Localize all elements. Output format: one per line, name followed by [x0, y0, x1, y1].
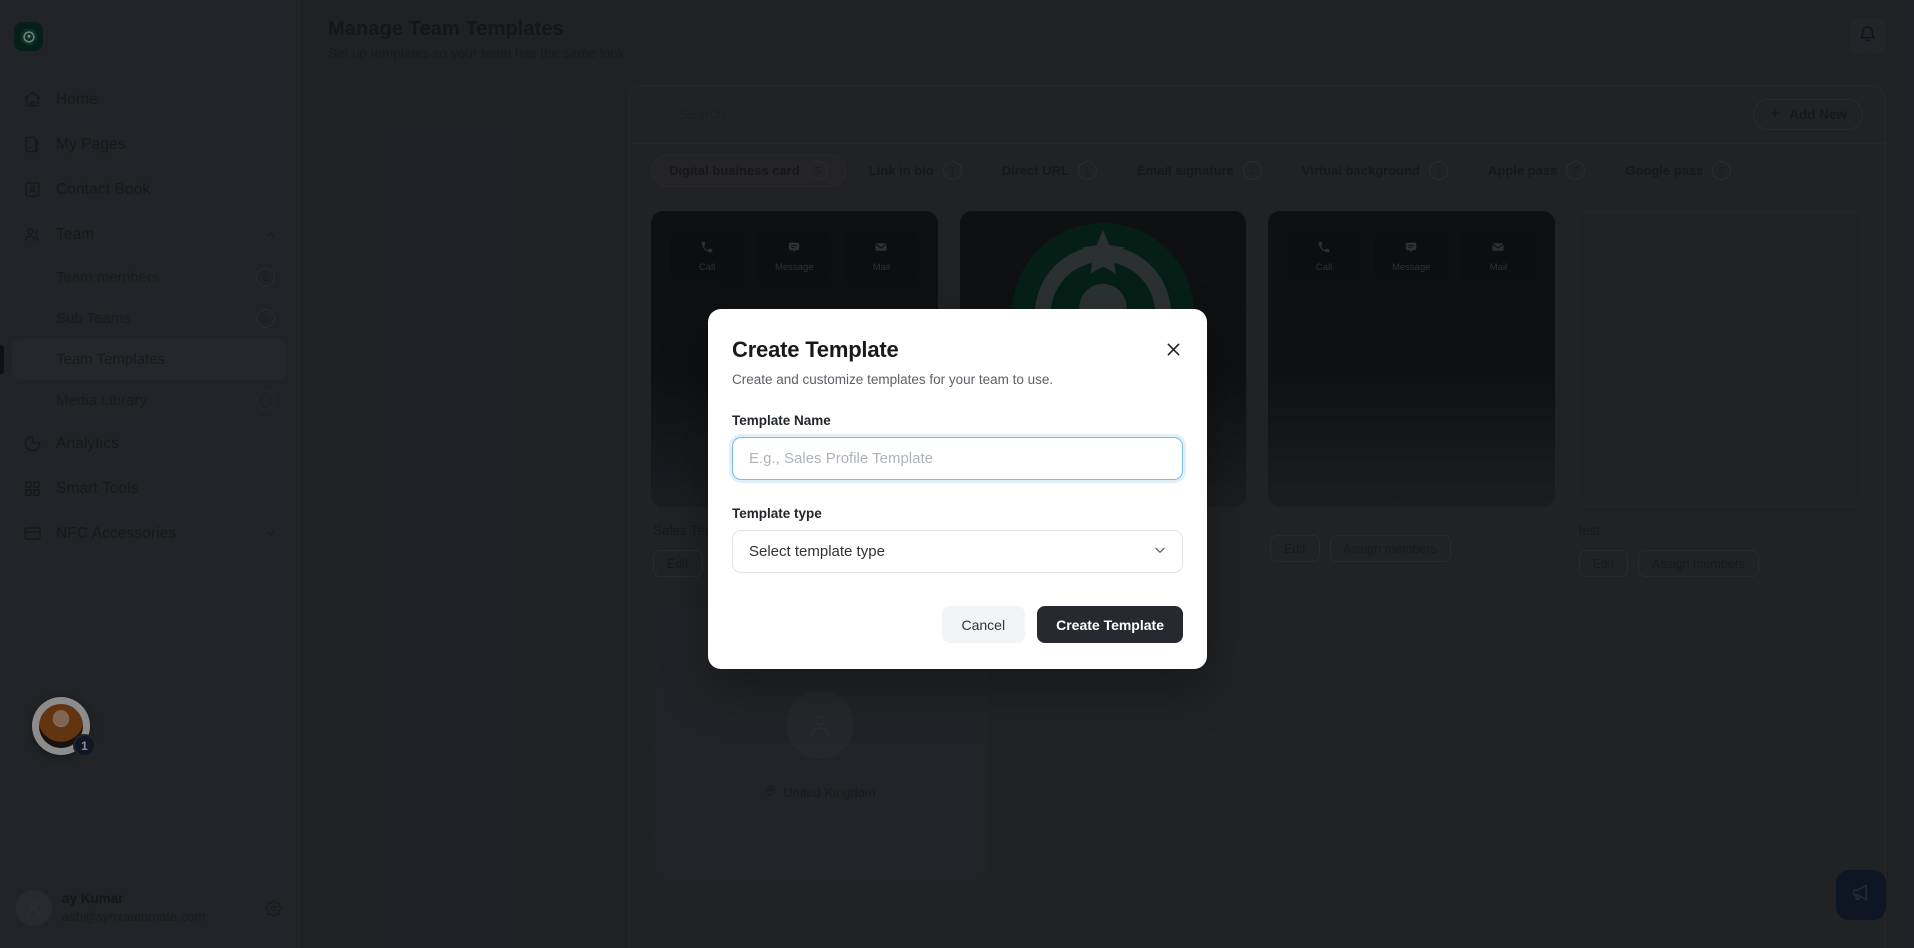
create-template-button[interactable]: Create Template — [1037, 606, 1183, 643]
modal-actions: Cancel Create Template — [732, 606, 1183, 643]
create-template-modal: Create Template Create and customize tem… — [708, 309, 1207, 669]
template-name-input[interactable] — [732, 437, 1183, 480]
modal-subtitle: Create and customize templates for your … — [732, 372, 1054, 387]
modal-title: Create Template — [732, 337, 899, 362]
close-icon[interactable] — [1161, 337, 1185, 361]
template-type-select[interactable]: Select template type — [732, 530, 1183, 573]
app-root: Home My Pages Contact Book Team Team mem… — [0, 0, 1914, 948]
cancel-button[interactable]: Cancel — [941, 606, 1026, 643]
template-name-label: Template Name — [732, 413, 831, 428]
chevron-down-icon — [1152, 542, 1168, 562]
template-type-value: Select template type — [749, 543, 885, 560]
template-type-label: Template type — [732, 506, 822, 521]
